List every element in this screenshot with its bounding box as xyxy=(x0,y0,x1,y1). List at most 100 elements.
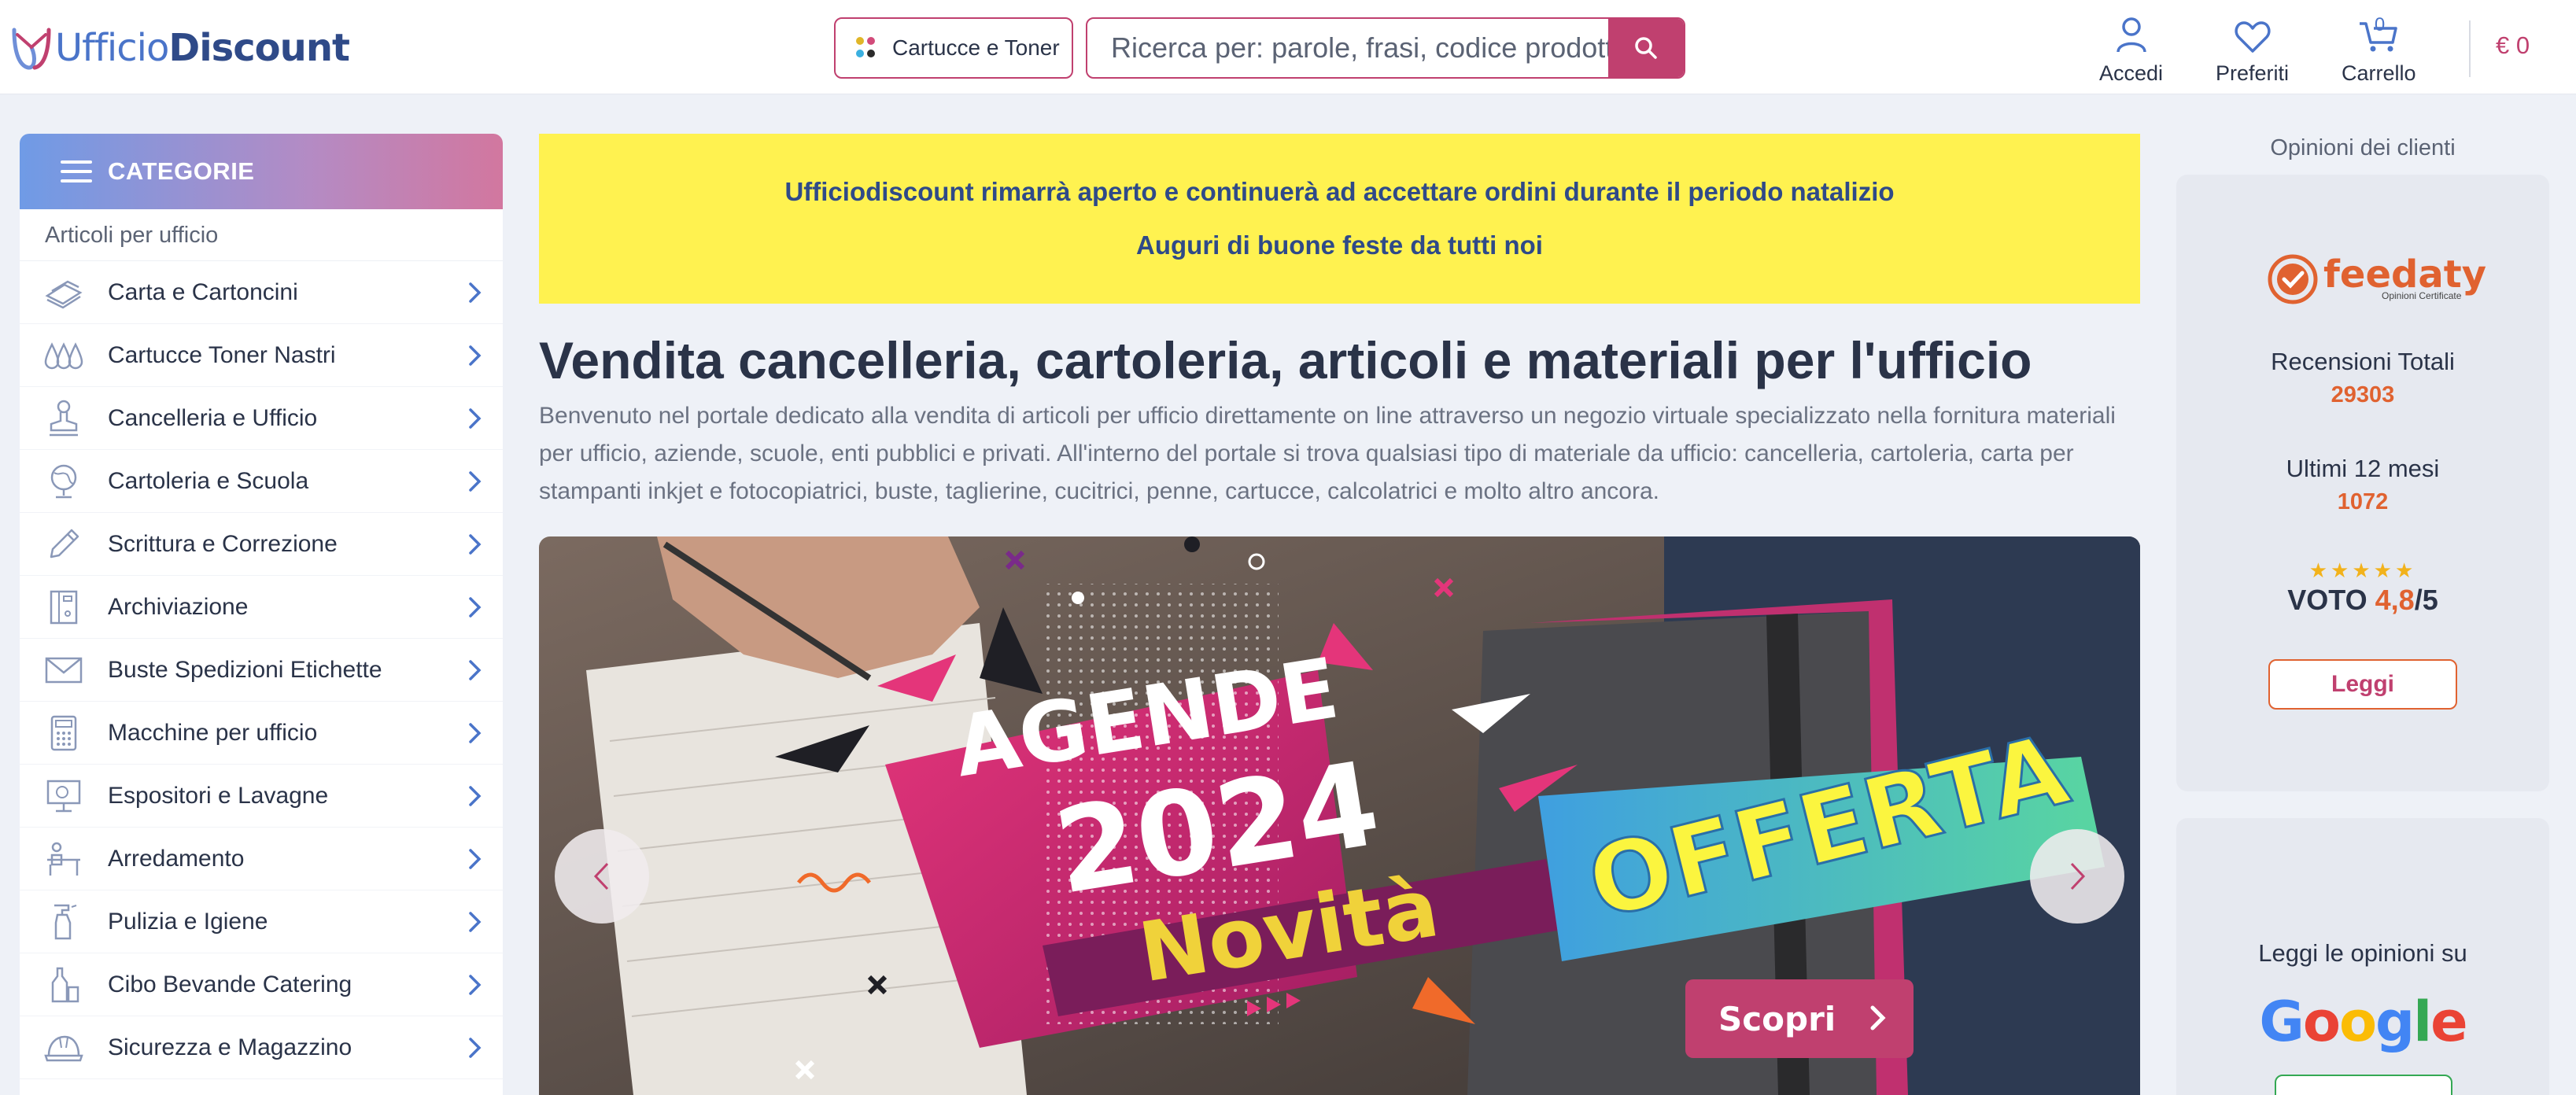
page-title: Vendita cancelleria, cartoleria, articol… xyxy=(539,331,2032,389)
chevron-right-icon xyxy=(469,345,482,366)
slider-next-button[interactable] xyxy=(2030,829,2124,924)
feedaty-check-icon xyxy=(2268,254,2318,304)
chevron-right-icon xyxy=(469,1038,482,1058)
header-divider xyxy=(2469,20,2471,77)
discover-label: Scopri xyxy=(1718,999,1836,1038)
google-logo[interactable]: Google xyxy=(2176,990,2549,1054)
sidebar-item-label: Pulizia e Igiene xyxy=(108,908,268,935)
sidebar-item-sicurezza[interactable]: Sicurezza e Magazzino xyxy=(20,1016,503,1079)
chevron-right-icon xyxy=(469,408,482,429)
sidebar-subtitle: Articoli per ufficio xyxy=(20,209,503,261)
menu-icon xyxy=(61,160,92,182)
reviews-title: Opinioni dei clienti xyxy=(2270,135,2456,160)
search-button[interactable] xyxy=(1608,19,1684,77)
chevron-right-icon xyxy=(469,912,482,932)
rating-stars: ★★★★★ xyxy=(2308,559,2417,582)
envelope-icon xyxy=(43,650,84,691)
search-bar xyxy=(1086,17,1685,79)
promo-slider[interactable]: AGENDE 2024 Novità OFFERTA Scopri xyxy=(539,536,2140,1095)
paper-stack-icon xyxy=(43,272,84,313)
chevron-right-icon xyxy=(469,471,482,492)
sidebar-item-cibo[interactable]: Cibo Bevande Catering xyxy=(20,953,503,1016)
notice-line-1: Ufficiodiscount rimarrà aperto e continu… xyxy=(784,177,1895,206)
ink-dots-icon xyxy=(853,32,878,64)
chevron-left-icon xyxy=(593,862,609,890)
sidebar-item-scrittura[interactable]: Scrittura e Correzione xyxy=(20,513,503,576)
feedaty-reviews-card: feedaty Opinioni Certificate Recensioni … xyxy=(2176,175,2549,791)
chevron-right-icon xyxy=(469,660,482,680)
slider-prev-button[interactable] xyxy=(555,829,649,924)
chevron-right-icon xyxy=(1870,1005,1886,1030)
sidebar-item-label: Cartoleria e Scuola xyxy=(108,467,309,494)
binder-icon xyxy=(43,587,84,628)
pencil-icon xyxy=(43,524,84,565)
cart-total[interactable]: € 0 xyxy=(2496,31,2530,60)
search-input[interactable] xyxy=(1087,19,1608,77)
account-label: Accedi xyxy=(2099,61,2164,85)
bottle-icon xyxy=(43,964,84,1005)
favorites-label: Preferiti xyxy=(2216,61,2290,85)
notice-line-2: Auguri di buone feste da tutti noi xyxy=(1136,230,1543,260)
sidebar-header[interactable]: CATEGORIE xyxy=(20,134,503,209)
logo-text: UfficioDiscount xyxy=(55,26,350,70)
chevron-right-icon xyxy=(469,786,482,806)
sidebar-item-carta[interactable]: Carta e Cartoncini xyxy=(20,261,503,324)
chevron-right-icon xyxy=(2070,862,2086,890)
sidebar-item-cancelleria[interactable]: Cancelleria e Ufficio xyxy=(20,387,503,450)
toner-categories-button[interactable]: Cartucce e Toner xyxy=(834,17,1073,79)
total-reviews-value: 29303 xyxy=(2331,382,2395,407)
sidebar-item-label: Cartucce Toner Nastri xyxy=(108,341,336,368)
sidebar-item-pulizia[interactable]: Pulizia e Igiene xyxy=(20,890,503,953)
heart-icon xyxy=(2234,21,2271,53)
chevron-right-icon xyxy=(469,282,482,303)
chevron-right-icon xyxy=(469,723,482,743)
account-button[interactable]: Accedi xyxy=(2099,13,2163,86)
whiteboard-icon xyxy=(43,776,84,817)
sidebar-item-espositori[interactable]: Espositori e Lavagne xyxy=(20,765,503,828)
sidebar-item-label: Cibo Bevande Catering xyxy=(108,971,352,997)
spray-bottle-icon xyxy=(43,901,84,942)
category-sidebar: CATEGORIE Articoli per ufficio Carta e C… xyxy=(20,134,503,1095)
feedaty-logo: feedaty Opinioni Certificate xyxy=(2267,253,2486,305)
helmet-icon xyxy=(43,1027,84,1068)
cart-count-badge: 0 xyxy=(2374,14,2386,35)
sidebar-item-label: Carta e Cartoncini xyxy=(108,278,298,305)
favorites-button[interactable]: Preferiti xyxy=(2216,13,2289,86)
sidebar-item-buste[interactable]: Buste Spedizioni Etichette xyxy=(20,639,503,702)
sidebar-item-label: Cancelleria e Ufficio xyxy=(108,404,318,431)
sidebar-item-archiviazione[interactable]: Archiviazione xyxy=(20,576,503,639)
sidebar-item-label: Arredamento xyxy=(108,845,245,872)
desk-icon xyxy=(43,839,84,879)
stamp-icon xyxy=(43,398,84,439)
sidebar-item-label: Buste Spedizioni Etichette xyxy=(108,656,382,683)
toner-categories-label: Cartucce e Toner xyxy=(892,35,1060,60)
sidebar-item-label: Macchine per ufficio xyxy=(108,719,318,746)
sidebar-item-macchine[interactable]: Macchine per ufficio xyxy=(20,702,503,765)
sidebar-item-label: Scrittura e Correzione xyxy=(108,530,338,557)
sidebar-item-arredamento[interactable]: Arredamento xyxy=(20,828,503,890)
sidebar-item-cartucce[interactable]: Cartucce Toner Nastri xyxy=(20,324,503,387)
chevron-right-icon xyxy=(469,597,482,618)
site-logo[interactable]: UfficioDiscount xyxy=(9,20,350,76)
sidebar-item-label: Espositori e Lavagne xyxy=(108,782,329,809)
discover-button[interactable]: Scopri xyxy=(1685,979,1914,1058)
google-reviews-button[interactable] xyxy=(2275,1075,2452,1095)
chevron-right-icon xyxy=(469,975,482,995)
sidebar-title: CATEGORIE xyxy=(108,157,255,185)
read-reviews-button[interactable]: Leggi xyxy=(2268,659,2457,710)
search-icon xyxy=(1635,37,1657,59)
google-reviews-label: Leggi le opinioni su xyxy=(2258,939,2467,967)
feedaty-wordmark: feedaty xyxy=(2323,253,2486,297)
recent-reviews-value: 1072 xyxy=(2337,489,2389,514)
logo-mark-icon xyxy=(12,28,51,70)
total-reviews-label: Recensioni Totali xyxy=(2271,348,2455,375)
cart-button[interactable]: 0 Carrello xyxy=(2342,13,2416,86)
chevron-right-icon xyxy=(469,849,482,869)
globe-icon xyxy=(43,461,84,502)
ink-drops-icon xyxy=(43,335,84,376)
user-icon xyxy=(2116,17,2146,53)
recent-reviews-label: Ultimi 12 mesi xyxy=(2286,455,2440,482)
sidebar-item-label: Sicurezza e Magazzino xyxy=(108,1034,352,1060)
rating-vote: VOTO 4,8/5 xyxy=(2287,584,2438,616)
sidebar-item-cartoleria[interactable]: Cartoleria e Scuola xyxy=(20,450,503,513)
